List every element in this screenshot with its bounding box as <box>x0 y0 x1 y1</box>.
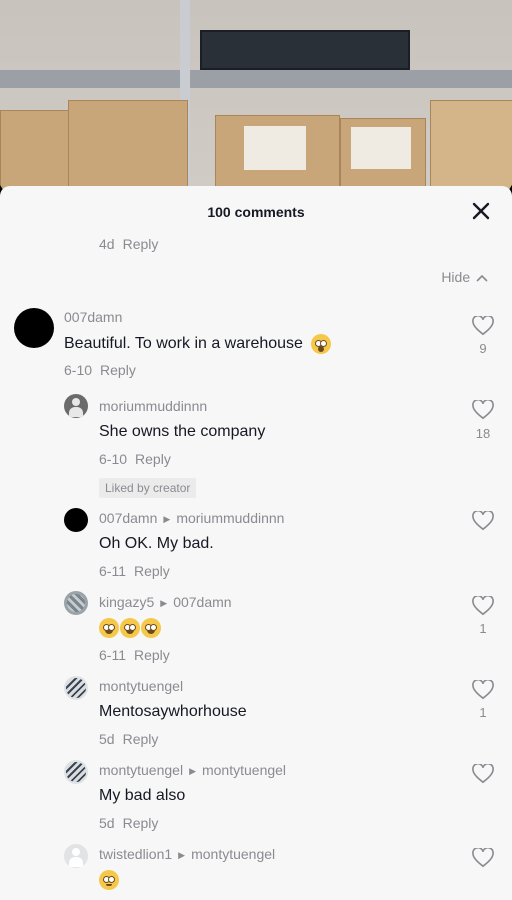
comment-meta: 5d Reply <box>99 731 158 747</box>
laughing-emoji-icon <box>99 618 119 638</box>
comment-text: Mentosaywhorhouse <box>99 703 247 720</box>
avatar[interactable] <box>64 676 88 700</box>
reply-to-username[interactable]: 007damn <box>173 594 231 610</box>
like-count: 9 <box>479 341 487 356</box>
comment-username[interactable]: montytuengel ▶ montytuengel <box>99 762 286 778</box>
reply-arrow-icon: ▶ <box>160 598 168 608</box>
laughing-emoji-icon <box>120 618 140 638</box>
heart-icon[interactable] <box>472 400 494 420</box>
like-count: 18 <box>475 426 491 441</box>
avatar[interactable] <box>14 308 54 348</box>
like-count: 1 <box>479 705 487 720</box>
comment-meta: 6-10 Reply <box>99 451 171 467</box>
pleading-emoji-icon <box>99 870 119 890</box>
reply-arrow-icon: ▶ <box>178 850 186 860</box>
comment-time: 5d <box>99 815 115 831</box>
heart-icon[interactable] <box>472 848 494 868</box>
heart-icon[interactable] <box>472 680 494 700</box>
comment-time: 5d <box>99 731 115 747</box>
reply-button[interactable]: Reply <box>123 236 159 252</box>
sheet-header: 100 comments <box>0 186 512 238</box>
reply-time: 4d <box>99 236 115 252</box>
app-screen: 100 comments 4d Reply Hide 007damn Beauti… <box>0 0 512 900</box>
comment-time: 6-10 <box>99 451 128 467</box>
comment-meta: 6-10 Reply <box>64 362 136 378</box>
hide-label: Hide <box>441 269 471 285</box>
reply-button[interactable]: Reply <box>135 451 171 467</box>
close-icon[interactable] <box>470 200 492 222</box>
avatar[interactable] <box>64 394 88 418</box>
avatar[interactable] <box>64 760 88 784</box>
comment-time: 6-10 <box>64 362 93 378</box>
reply-to-username[interactable]: moriummuddinnn <box>176 510 284 526</box>
heart-icon[interactable] <box>472 511 494 531</box>
comment-text: Oh OK. My bad. <box>99 535 214 552</box>
reply-button[interactable]: Reply <box>134 563 170 579</box>
liked-by-creator-badge: Liked by creator <box>99 478 197 498</box>
reply-button[interactable]: Reply <box>100 362 136 378</box>
comment-meta: 6-11 Reply <box>99 563 170 579</box>
reply-arrow-icon: ▶ <box>189 766 196 776</box>
previous-reply-meta: 4d Reply <box>99 236 158 252</box>
comment-username[interactable]: twistedlion1 ▶ montytuengel <box>99 846 275 862</box>
heart-icon[interactable] <box>472 764 494 784</box>
flushed-emoji-icon <box>311 334 332 354</box>
comments-count-title: 100 comments <box>207 204 305 220</box>
avatar[interactable] <box>64 508 88 532</box>
username-text: montytuengel <box>99 762 184 778</box>
comment-time: 6-11 <box>99 647 126 663</box>
reply-to-username[interactable]: montytuengel <box>202 762 286 778</box>
comment-time: 6-11 <box>99 563 126 579</box>
reply-button[interactable]: Reply <box>123 731 159 747</box>
avatar[interactable] <box>64 844 88 868</box>
comment-text-content: Beautiful. To work in a warehouse <box>64 335 303 353</box>
comment-text: Beautiful. To work in a warehouse <box>64 334 332 354</box>
heart-icon[interactable] <box>472 316 494 336</box>
comment-username[interactable]: 007damn ▶ moriummuddinnn <box>99 510 284 526</box>
chevron-up-icon <box>476 274 488 282</box>
reply-button[interactable]: Reply <box>134 647 170 663</box>
comment-username[interactable]: moriummuddinnn <box>99 398 207 414</box>
heart-icon[interactable] <box>472 596 494 616</box>
reply-button[interactable]: Reply <box>123 815 159 831</box>
comment-text: She owns the company <box>99 423 266 440</box>
comment-username[interactable]: montytuengel <box>99 678 183 694</box>
comments-sheet: 100 comments 4d Reply Hide 007damn Beauti… <box>0 186 512 900</box>
reply-arrow-icon: ▶ <box>163 514 171 524</box>
avatar[interactable] <box>64 591 88 615</box>
username-text: kingazy5 <box>99 594 155 610</box>
laughing-emoji-icon <box>141 618 161 638</box>
comment-meta: 6-11 Reply <box>99 647 170 663</box>
like-count: 1 <box>479 621 487 636</box>
username-text: 007damn <box>99 510 158 526</box>
comment-text: My bad also <box>99 787 186 804</box>
comment-emoji-text <box>99 870 120 890</box>
comment-username[interactable]: 007damn <box>64 309 122 325</box>
comment-emoji-text <box>99 618 162 638</box>
hide-replies-button[interactable]: Hide <box>441 269 488 285</box>
comment-username[interactable]: kingazy5 ▶ 007damn <box>99 594 232 610</box>
username-text: twistedlion1 <box>99 846 173 862</box>
reply-to-username[interactable]: montytuengel <box>191 846 275 862</box>
comment-meta: 5d Reply <box>99 815 158 831</box>
